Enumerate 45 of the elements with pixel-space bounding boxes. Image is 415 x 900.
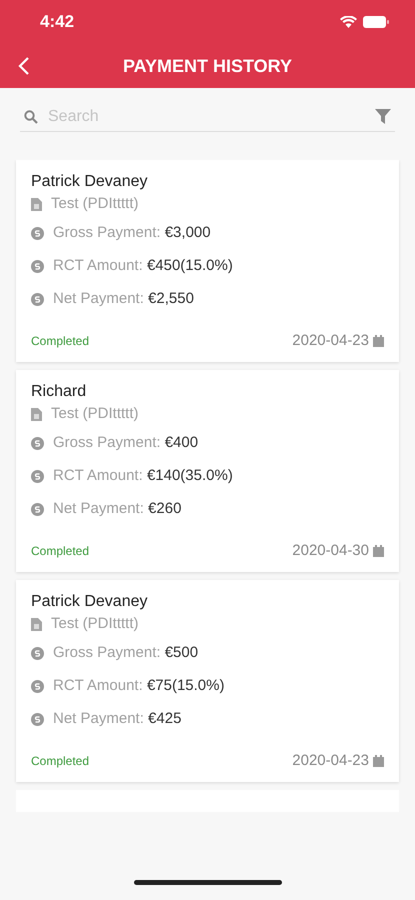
coin-icon	[31, 227, 44, 240]
search-icon	[24, 110, 38, 124]
calendar-icon	[373, 754, 384, 767]
coin-icon	[31, 260, 44, 273]
coin-icon	[31, 470, 44, 483]
payment-date: 2020-04-23	[292, 330, 369, 350]
payment-card[interactable]: Patrick Devaney Test (PDIttttt) Gross Payment: €500 RCT Amount: €75(15.0%) Net Payment: €425 Completed 2020-04-23	[16, 580, 399, 782]
project-name: Test (PDIttttt)	[51, 194, 139, 214]
battery-icon	[363, 16, 389, 28]
payment-card[interactable]: Richard Test (PDIttttt) Gross Payment: €400 RCT Amount: €140(35.0%) Net Payment: €260 Completed 2020-04-30	[16, 370, 399, 572]
coin-icon	[31, 713, 44, 726]
coin-icon	[31, 503, 44, 516]
status-label: Completed	[31, 752, 90, 770]
coin-icon	[31, 437, 44, 450]
payment-detail: Gross Payment: €500	[53, 643, 198, 664]
payment-detail: Gross Payment: €400	[53, 433, 198, 454]
calendar-icon	[373, 544, 384, 557]
payment-detail: Net Payment: €2,550	[53, 289, 194, 310]
project-name: Test (PDIttttt)	[51, 404, 139, 424]
payment-detail: RCT Amount: €75(15.0%)	[53, 676, 224, 696]
wifi-icon	[340, 16, 357, 28]
payment-detail: RCT Amount: €140(35.0%)	[53, 466, 233, 486]
document-icon	[31, 198, 42, 211]
coin-icon	[31, 647, 44, 660]
payment-card[interactable]: Patrick Devaney Test (PDIttttt) Gross Payment: €3,000 RCT Amount: €450(15.0%) Net Payment: €2,550 Completed 2020-04-23	[16, 160, 399, 362]
payment-date: 2020-04-30	[292, 540, 369, 560]
status-time: 4:42	[40, 11, 74, 34]
calendar-icon	[373, 334, 384, 347]
payment-detail: Gross Payment: €3,000	[53, 223, 211, 244]
payee-name: Patrick Devaney	[31, 172, 148, 192]
payment-detail: Net Payment: €260	[53, 499, 182, 520]
status-label: Completed	[31, 542, 90, 560]
payment-detail: RCT Amount: €450(15.0%)	[53, 256, 233, 276]
coin-icon	[31, 293, 44, 306]
filter-icon[interactable]	[375, 109, 391, 124]
page-title: PAYMENT HISTORY	[122, 54, 292, 78]
coin-icon	[31, 680, 44, 693]
payee-name: Patrick Devaney	[31, 592, 148, 612]
project-name: Test (PDIttttt)	[51, 614, 139, 634]
status-label: Completed	[31, 332, 90, 350]
payment-detail: Net Payment: €425	[53, 709, 182, 730]
payee-name: Richard	[31, 382, 86, 402]
payment-date: 2020-04-23	[292, 750, 369, 770]
document-icon	[31, 618, 42, 631]
document-icon	[31, 408, 42, 421]
